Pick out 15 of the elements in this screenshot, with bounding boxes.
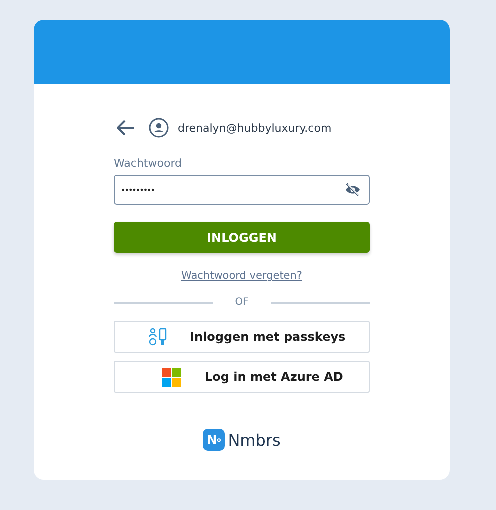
account-email: drenalyn@hubbyluxury.com <box>178 122 332 134</box>
forgot-password-link[interactable]: Wachtwoord vergeten? <box>182 270 302 282</box>
field-label: Wachtwoord <box>114 157 184 170</box>
logo-mark: N$^{o}$ <box>203 429 226 451</box>
login-button[interactable]: INLOGGEN <box>114 222 370 253</box>
sign-in-option-button[interactable]: Log in met Azure AD <box>114 361 370 393</box>
brand-name: Nmbrs <box>228 430 281 450</box>
sign-in-option-button[interactable]: Inloggen met passkeys <box>114 321 370 353</box>
user-icon <box>149 118 169 138</box>
passkey-icon <box>148 327 168 347</box>
eye-icon[interactable] <box>345 183 361 197</box>
back-arrow-icon[interactable] <box>117 120 135 136</box>
password-field[interactable]: ••••••••• <box>114 175 370 205</box>
divider-label: OF <box>234 297 250 308</box>
windows-logo-icon <box>162 368 181 386</box>
